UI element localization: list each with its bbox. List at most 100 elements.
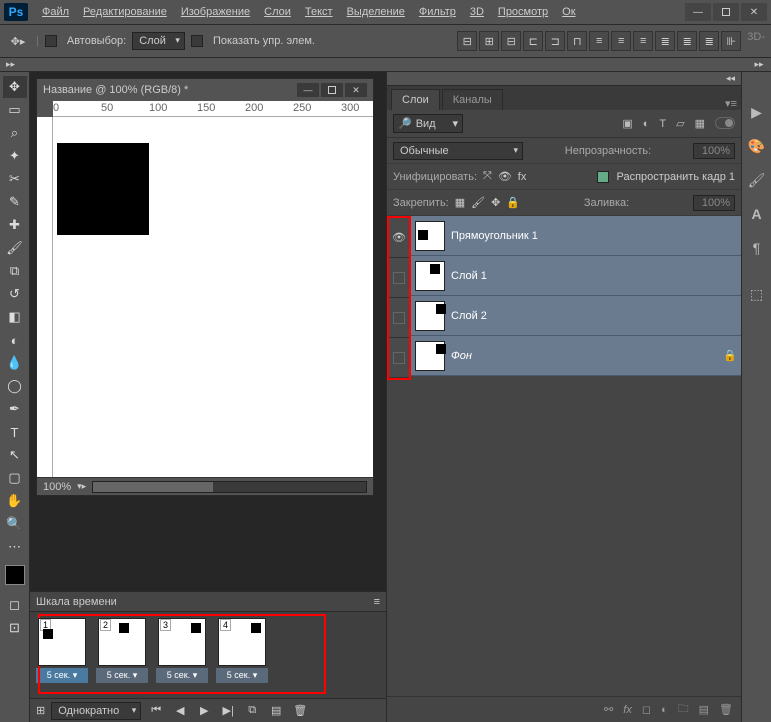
ruler-vertical[interactable] (37, 117, 53, 477)
expander-bar[interactable]: ▸▸ (0, 58, 771, 72)
screen-mode[interactable]: ⊡ (3, 617, 27, 639)
minimize-button[interactable]: — (685, 3, 711, 21)
timeline-frame[interactable]: 2 5 сек. ▾ (96, 618, 148, 683)
frame-delay[interactable]: 5 сек. ▾ (96, 668, 148, 683)
loop-dropdown[interactable]: Однократно (51, 702, 141, 720)
fx-icon[interactable]: fx (623, 704, 632, 716)
filter-smart-icon[interactable]: ▦ (695, 117, 705, 130)
doc-close[interactable]: ✕ (345, 83, 367, 97)
para-dock-icon[interactable]: ¶ (747, 238, 767, 258)
frame-thumbnail[interactable]: 2 (98, 618, 146, 666)
layer-thumbnail[interactable] (415, 341, 445, 371)
align-btn[interactable]: ≡ (611, 31, 631, 51)
frame-thumbnail[interactable]: 1 (38, 618, 86, 666)
align-btn[interactable]: ⊟ (457, 31, 477, 51)
doc-maximize[interactable] (321, 83, 343, 97)
layer-row[interactable]: Слой 1 (411, 256, 741, 296)
new-frame-button[interactable]: ▤ (267, 703, 285, 719)
align-btn[interactable]: ≡ (589, 31, 609, 51)
foreground-swatch[interactable] (5, 565, 25, 585)
canvas[interactable] (53, 117, 373, 477)
menu-файл[interactable]: Файл (36, 3, 75, 21)
dodge-tool[interactable]: ◯ (3, 375, 27, 397)
ruler-horizontal[interactable]: 050100150200250300 (53, 101, 373, 117)
lock-brush-icon[interactable]: 🖌 (471, 196, 485, 209)
layer-thumbnail[interactable] (415, 261, 445, 291)
align-btn[interactable]: ⊐ (545, 31, 565, 51)
menu-слои[interactable]: Слои (258, 3, 297, 21)
adjustment-icon[interactable]: ◐ (661, 704, 668, 716)
maximize-button[interactable] (713, 3, 739, 21)
mask-icon[interactable]: ◻ (642, 703, 651, 716)
lock-pixels-icon[interactable]: ▦ (455, 196, 465, 209)
eraser-tool[interactable]: ◧ (3, 306, 27, 328)
new-layer-icon[interactable]: ▤ (699, 703, 709, 716)
visibility-toggle[interactable] (389, 338, 409, 378)
align-btn[interactable]: ≣ (655, 31, 675, 51)
unify-position-icon[interactable]: ⤧ (483, 170, 492, 183)
timeline-menu-icon[interactable]: ≡ (374, 596, 380, 608)
next-frame-button[interactable]: ▶| (219, 703, 237, 719)
history-dock-icon[interactable]: ▶ (747, 102, 767, 122)
first-frame-button[interactable]: ⏮ (147, 703, 165, 719)
menu-текст[interactable]: Текст (299, 3, 339, 21)
quick-mask[interactable]: ◻ (3, 594, 27, 616)
marquee-tool[interactable]: ▭ (3, 99, 27, 121)
dock-expander[interactable]: ▸▸ (745, 58, 767, 72)
visibility-toggle[interactable] (389, 298, 409, 338)
tween-button[interactable]: ⧉ (243, 703, 261, 719)
gradient-tool[interactable]: ◐ (3, 329, 27, 351)
menu-редактирование[interactable]: Редактирование (77, 3, 173, 21)
zoom-level[interactable]: 100% (43, 481, 71, 493)
tab-layers[interactable]: Слои (391, 89, 440, 110)
filter-adjust-icon[interactable]: ◐ (643, 117, 650, 130)
panel-menu-icon[interactable]: ▾≡ (725, 97, 737, 110)
stamp-tool[interactable]: ⧉ (3, 260, 27, 282)
zoom-tool[interactable]: 🔍 (3, 513, 27, 535)
filter-dropdown[interactable]: 🔎Вид▾ (393, 114, 463, 133)
more-tool[interactable]: ⋯ (3, 536, 27, 558)
eyedropper-tool[interactable]: ✎ (3, 191, 27, 213)
wand-tool[interactable]: ✦ (3, 145, 27, 167)
filter-image-icon[interactable]: ▣ (622, 117, 632, 130)
delete-layer-icon[interactable]: 🗑 (719, 703, 733, 716)
visibility-toggle[interactable]: 👁 (389, 218, 409, 258)
info-icon[interactable]: ▾▸ (77, 481, 86, 492)
unify-style-icon[interactable]: fx (518, 171, 527, 183)
filter-shape-icon[interactable]: ▱ (676, 117, 684, 130)
crop-tool[interactable]: ✂ (3, 168, 27, 190)
lock-position-icon[interactable]: ✥ (491, 196, 500, 209)
shape-tool[interactable]: ▢ (3, 467, 27, 489)
align-btn[interactable]: ⊪ (721, 31, 741, 51)
auto-select-dropdown[interactable]: Слой (132, 32, 185, 50)
scrollbar-thumb[interactable] (93, 482, 213, 492)
align-btn[interactable]: ⊏ (523, 31, 543, 51)
color-dock-icon[interactable]: 🎨 (747, 136, 767, 156)
timeline-frame[interactable]: 45 сек. ▾ (216, 618, 268, 683)
layer-thumbnail[interactable] (415, 221, 445, 251)
path-tool[interactable]: ↖ (3, 444, 27, 466)
fill-value[interactable]: 100% (693, 195, 735, 211)
layer-row[interactable]: Слой 2 (411, 296, 741, 336)
menu-фильтр[interactable]: Фильтр (413, 3, 462, 21)
brush-dock-icon[interactable]: 🖌 (747, 170, 767, 190)
brush-tool[interactable]: 🖌 (3, 237, 27, 259)
filter-type-icon[interactable]: T (659, 117, 666, 130)
menu-ок[interactable]: Ок (556, 3, 581, 21)
play-button[interactable]: ▶ (195, 703, 213, 719)
blend-mode-dropdown[interactable]: Обычные (393, 142, 523, 160)
frame-delay[interactable]: 5 сек. ▾ (36, 668, 88, 683)
menu-выделение[interactable]: Выделение (341, 3, 411, 21)
history-brush-tool[interactable]: ↺ (3, 283, 27, 305)
menu-просмотр[interactable]: Просмотр (492, 3, 554, 21)
pen-tool[interactable]: ✒ (3, 398, 27, 420)
hand-tool[interactable]: ✋ (3, 490, 27, 512)
menu-3d[interactable]: 3D (464, 3, 490, 21)
link-icon[interactable]: ⚯ (604, 703, 613, 716)
show-controls-checkbox[interactable] (191, 35, 203, 47)
close-button[interactable]: ✕ (741, 3, 767, 21)
lasso-tool[interactable]: ⌕ (3, 122, 27, 144)
auto-select-checkbox[interactable] (45, 35, 57, 47)
layer-row[interactable]: Прямоугольник 1 (411, 216, 741, 256)
layer-row[interactable]: Фон🔒 (411, 336, 741, 376)
